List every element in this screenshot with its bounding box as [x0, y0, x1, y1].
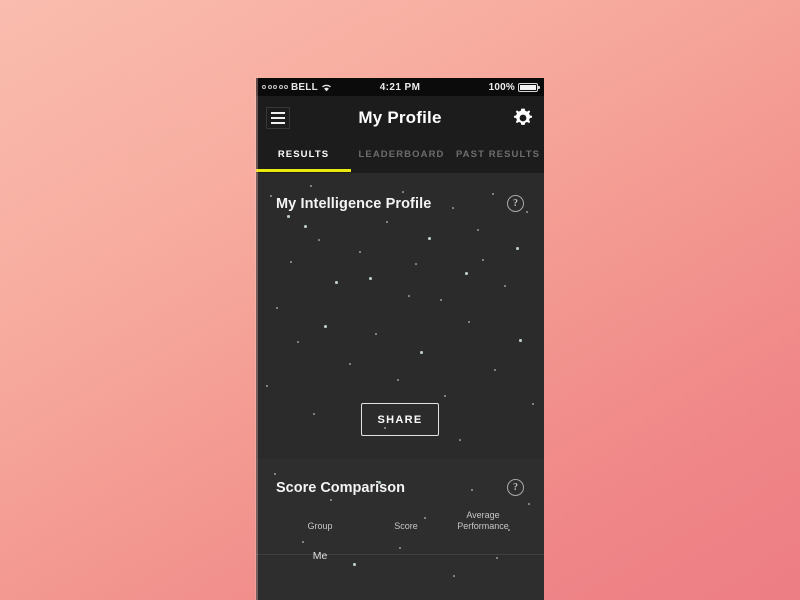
battery-full-icon [518, 82, 540, 92]
tab-bar: RESULTS LEADERBOARD PAST RESULTS [256, 140, 544, 173]
status-bar-right: 100% [488, 81, 540, 93]
tab-results[interactable]: RESULTS [256, 140, 351, 169]
column-header-average-performance: Average Performance [442, 510, 524, 533]
column-header-average-line2: Performance [457, 521, 509, 532]
question-mark-icon[interactable]: ? [507, 479, 524, 496]
gear-icon[interactable] [512, 107, 534, 129]
tab-past-results[interactable]: PAST RESULTS [452, 140, 544, 169]
page-title: My Profile [358, 108, 442, 127]
share-button-container: SHARE [256, 403, 544, 436]
column-header-group: Group [307, 521, 333, 532]
question-mark-icon[interactable]: ? [507, 195, 524, 212]
hamburger-menu-icon[interactable] [266, 107, 290, 129]
profile-card-header: My Intelligence Profile ? [256, 173, 544, 212]
battery-percent-label: 100% [488, 81, 515, 93]
phone-screen: BELL 4:21 PM 100% My Profile RESULTS LEA… [256, 78, 544, 600]
score-card-header: Score Comparison ? [256, 459, 544, 496]
navigation-bar: My Profile [256, 96, 544, 140]
table-row[interactable]: Me [256, 533, 544, 579]
cell-group: Me [312, 549, 328, 562]
column-header-average-line1: Average [466, 510, 500, 520]
status-bar: BELL 4:21 PM 100% [256, 78, 544, 96]
score-comparison-card: Score Comparison ? Group Score Average P… [256, 459, 544, 600]
wallpaper-background: BELL 4:21 PM 100% My Profile RESULTS LEA… [0, 0, 800, 600]
score-table-header: Group Score Average Performance [256, 496, 544, 533]
active-tab-indicator [256, 169, 351, 172]
share-button[interactable]: SHARE [361, 403, 439, 436]
tab-leaderboard[interactable]: LEADERBOARD [351, 140, 452, 169]
score-card-title: Score Comparison [276, 479, 405, 496]
column-header-score: Score [394, 521, 418, 532]
profile-card-title: My Intelligence Profile [276, 195, 432, 212]
